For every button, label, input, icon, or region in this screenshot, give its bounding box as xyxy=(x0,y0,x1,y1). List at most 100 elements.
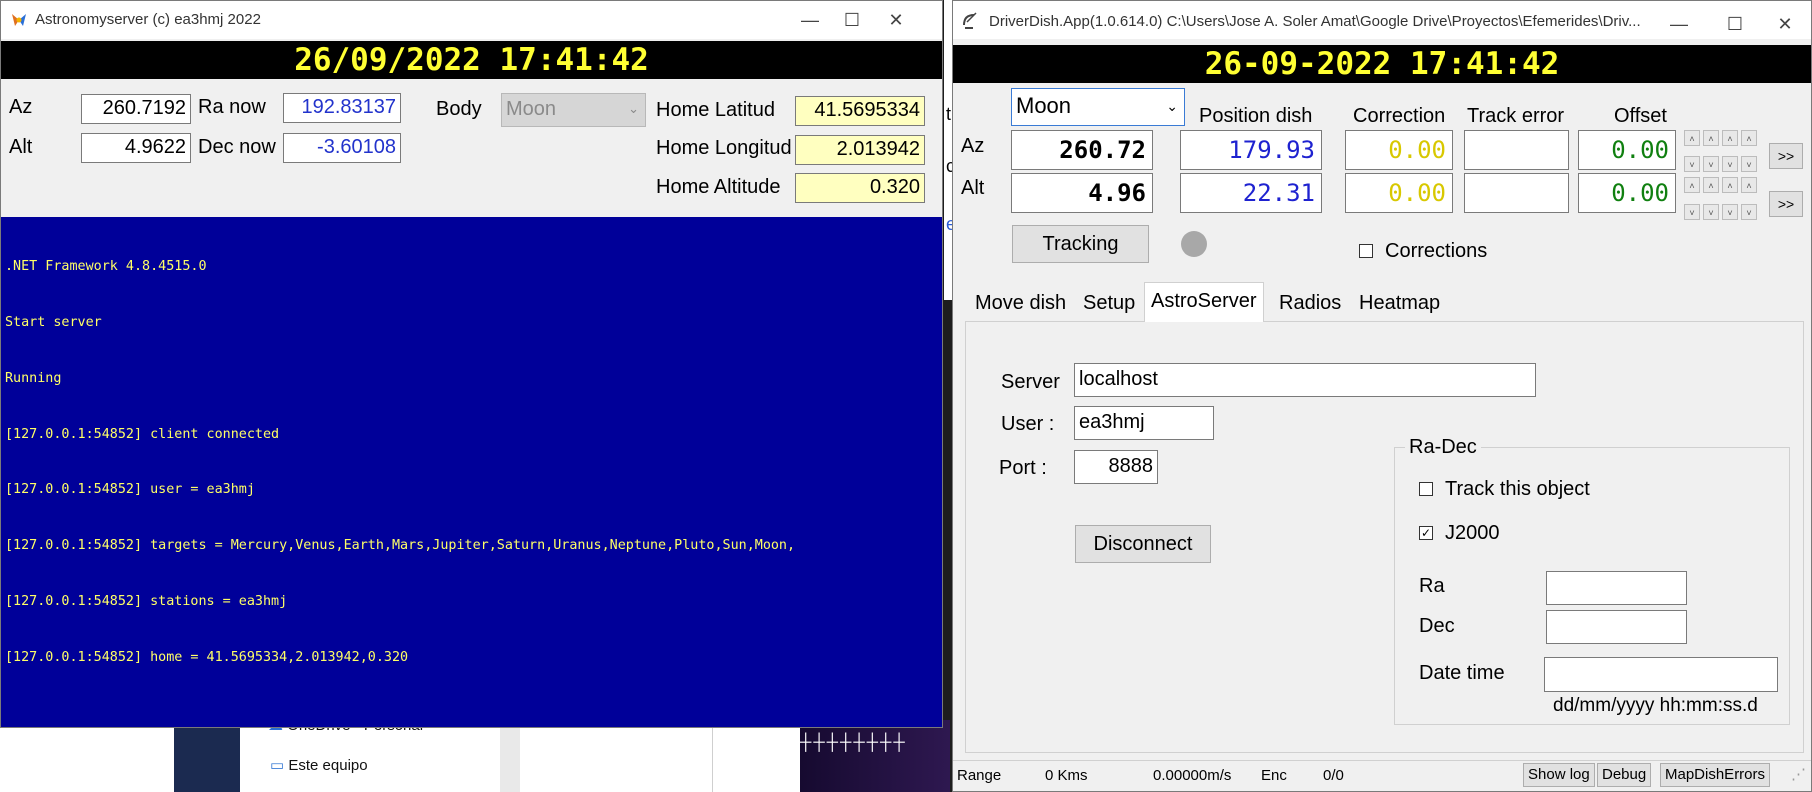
track-error-header: Track error xyxy=(1467,105,1565,127)
alt-label: Alt xyxy=(9,136,33,158)
az-correction-field[interactable]: 0.00 xyxy=(1345,130,1453,170)
clock-display: 26/09/2022 17:41:42 xyxy=(1,41,942,79)
az-step-down-4[interactable]: ˅ xyxy=(1741,156,1757,172)
log-line: .NET Framework 4.8.4515.0 xyxy=(5,259,207,275)
show-log-button[interactable]: Show log xyxy=(1523,763,1595,787)
alt-step-down-3[interactable]: ˅ xyxy=(1722,204,1738,220)
az-step-down-1[interactable]: ˅ xyxy=(1684,156,1700,172)
alt-step-up-2[interactable]: ˄ xyxy=(1703,177,1719,193)
position-dish-header: Position dish xyxy=(1199,105,1313,127)
background-image: ┼┼┼┼┼┼┼┼ xyxy=(800,720,950,792)
az-go-button[interactable]: >> xyxy=(1769,143,1803,169)
az-offset-field[interactable]: 0.00 xyxy=(1578,130,1676,170)
alt-step-up-1[interactable]: ˄ xyxy=(1684,177,1700,193)
az-step-up-3[interactable]: ˄ xyxy=(1722,130,1738,146)
dec-input[interactable] xyxy=(1546,610,1687,644)
tab-astroserver[interactable]: AstroServer xyxy=(1144,282,1264,322)
explorer-item-this-pc[interactable]: ▭ Este equipo xyxy=(270,756,368,774)
log-console[interactable]: .NET Framework 4.8.4515.0 Start server R… xyxy=(1,217,942,727)
j2000-checkbox[interactable]: ✓ xyxy=(1419,526,1433,540)
log-line: [127.0.0.1:54852] user = ea3hmj xyxy=(5,482,255,498)
alt-step-up-3[interactable]: ˄ xyxy=(1722,177,1738,193)
az-step-up-1[interactable]: ˄ xyxy=(1684,130,1700,146)
port-input[interactable]: 8888 xyxy=(1074,450,1158,484)
ra-input[interactable] xyxy=(1546,571,1687,605)
ra-now-label: Ra now xyxy=(198,96,266,118)
title-bar[interactable]: Astronomyserver (c) ea3hmj 2022 — ☐ ✕ xyxy=(1,1,942,39)
az-step-down-2[interactable]: ˅ xyxy=(1703,156,1719,172)
explorer-scrollbar[interactable] xyxy=(500,722,520,792)
window-title: DriverDish.App(1.0.614.0) C:\Users\Jose … xyxy=(989,13,1641,30)
datetime-input[interactable] xyxy=(1544,657,1778,692)
astronomyserver-window: Astronomyserver (c) ea3hmj 2022 — ☐ ✕ 26… xyxy=(0,0,943,728)
log-line: Running xyxy=(5,370,62,386)
alt-step-down-1[interactable]: ˅ xyxy=(1684,204,1700,220)
corrections-checkbox[interactable] xyxy=(1359,244,1373,258)
az-position-field[interactable]: 179.93 xyxy=(1180,130,1322,170)
home-altitude-label: Home Altitude xyxy=(656,176,781,198)
az-step-up-2[interactable]: ˄ xyxy=(1703,130,1719,146)
home-longitude-label: Home Longitud xyxy=(656,137,792,159)
az-field[interactable]: 260.7192 xyxy=(81,94,191,124)
user-input[interactable]: ea3hmj xyxy=(1074,406,1214,440)
home-altitude-field[interactable]: 0.320 xyxy=(795,173,925,203)
tab-heatmap[interactable]: Heatmap xyxy=(1353,285,1447,321)
mapdisherrors-button[interactable]: MapDishErrors xyxy=(1660,763,1771,787)
enc-value: 0/0 xyxy=(1323,767,1344,784)
chevron-down-icon: ⌄ xyxy=(628,101,639,116)
track-object-checkbox[interactable] xyxy=(1419,482,1433,496)
alt-track-error-field[interactable] xyxy=(1464,173,1569,213)
datetime-label: Date time xyxy=(1419,662,1505,684)
alt-offset-field[interactable]: 0.00 xyxy=(1578,173,1676,213)
body-select[interactable]: Moon ⌄ xyxy=(501,93,646,127)
alt-target-field[interactable]: 4.96 xyxy=(1011,173,1153,213)
explorer-divider xyxy=(712,722,713,792)
port-label: Port : xyxy=(999,457,1047,479)
alt-field[interactable]: 4.9622 xyxy=(81,133,191,163)
tab-radios[interactable]: Radios xyxy=(1273,285,1348,321)
alt-step-down-4[interactable]: ˅ xyxy=(1741,204,1757,220)
maximize-icon[interactable]: ☐ xyxy=(1715,9,1755,39)
server-label: Server xyxy=(1001,371,1060,393)
alt-step-down-2[interactable]: ˅ xyxy=(1703,204,1719,220)
clock-display: 26-09-2022 17:41:42 xyxy=(953,45,1811,83)
dec-now-field[interactable]: -3.60108 xyxy=(283,133,401,163)
minimize-icon[interactable]: — xyxy=(790,5,830,35)
alt-step-up-4[interactable]: ˄ xyxy=(1741,177,1757,193)
driverdish-window: DriverDish.App(1.0.614.0) C:\Users\Jose … xyxy=(952,0,1812,792)
dec-label: Dec xyxy=(1419,615,1455,637)
close-icon[interactable]: ✕ xyxy=(876,5,916,35)
title-bar[interactable]: DriverDish.App(1.0.614.0) C:\Users\Jose … xyxy=(953,1,1811,39)
debug-button[interactable]: Debug xyxy=(1597,763,1652,787)
az-target-field[interactable]: 260.72 xyxy=(1011,130,1153,170)
az-label: Az xyxy=(9,96,33,118)
tracking-button[interactable]: Tracking xyxy=(1012,225,1149,263)
target-dropdown[interactable]: Moon ⌄ xyxy=(1011,88,1185,126)
minimize-icon[interactable]: — xyxy=(1659,9,1699,39)
alt-correction-field[interactable]: 0.00 xyxy=(1345,173,1453,213)
maximize-icon[interactable]: ☐ xyxy=(832,5,872,35)
close-icon[interactable]: ✕ xyxy=(1765,9,1805,39)
tab-move-dish[interactable]: Move dish xyxy=(969,285,1073,321)
server-input[interactable]: localhost xyxy=(1074,363,1536,397)
az-step-up-4[interactable]: ˄ xyxy=(1741,130,1757,146)
enc-label: Enc xyxy=(1261,767,1287,784)
az-track-error-field[interactable] xyxy=(1464,130,1569,170)
dec-now-label: Dec now xyxy=(198,136,276,158)
home-latitude-field[interactable]: 41.5695334 xyxy=(795,96,925,126)
range-value: 0 Kms xyxy=(1045,767,1088,784)
range-label: Range xyxy=(957,767,1002,784)
background-text: t xyxy=(946,104,952,124)
az-step-down-3[interactable]: ˅ xyxy=(1722,156,1738,172)
disconnect-button[interactable]: Disconnect xyxy=(1075,525,1211,563)
resize-grip-icon[interactable]: ⋰ xyxy=(1791,765,1806,783)
alt-go-button[interactable]: >> xyxy=(1769,191,1803,217)
tab-setup[interactable]: Setup xyxy=(1077,285,1142,321)
ra-now-field[interactable]: 192.83137 xyxy=(283,93,401,123)
ra-dec-title: Ra-Dec xyxy=(1405,436,1481,459)
home-longitude-field[interactable]: 2.013942 xyxy=(795,135,925,165)
app-icon xyxy=(12,14,26,26)
corrections-label: Corrections xyxy=(1385,240,1488,262)
alt-position-field[interactable]: 22.31 xyxy=(1180,173,1322,213)
chevron-down-icon: ⌄ xyxy=(1166,98,1178,114)
